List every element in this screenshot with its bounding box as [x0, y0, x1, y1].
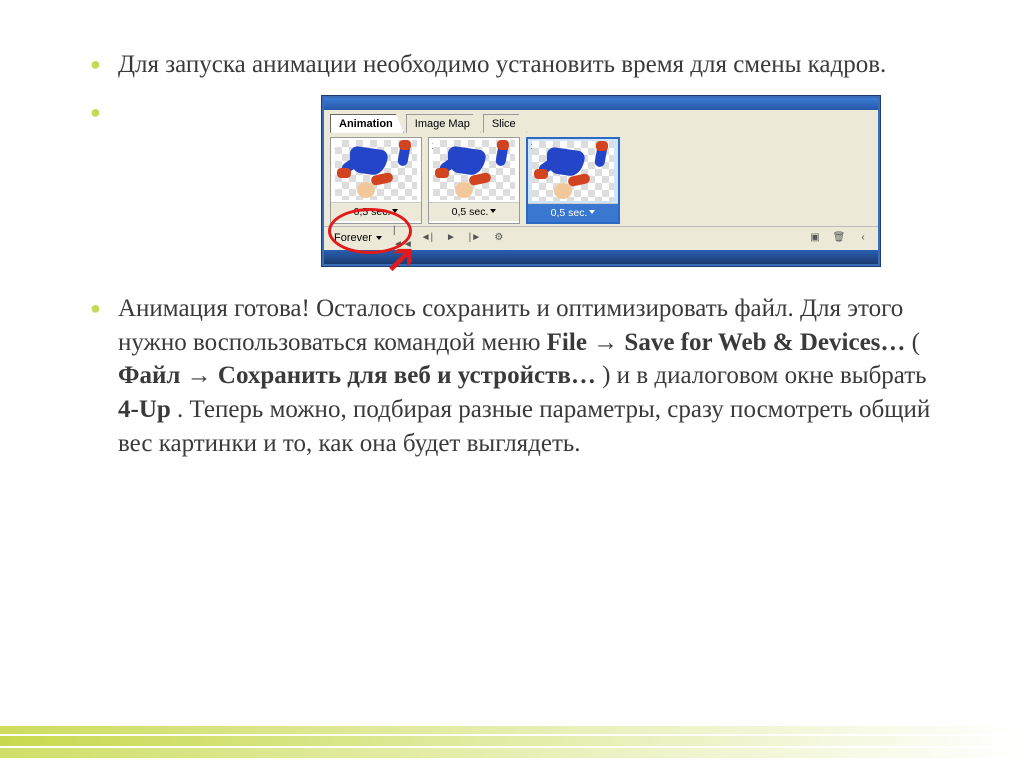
slide-accent-stripe [0, 736, 1024, 746]
new-frame-button[interactable]: ▣ [806, 230, 824, 246]
tab-image-map[interactable]: Image Map [406, 114, 481, 133]
bullet-1: Для запуска анимации необходимо установи… [90, 48, 934, 82]
option-4up: 4-Up [118, 396, 171, 423]
bullet-list: Для запуска анимации необходимо установи… [90, 48, 934, 461]
frame-delay[interactable]: 0,5 sec. [429, 202, 519, 221]
frame-2[interactable]: 2 0,5 sec. [428, 137, 520, 224]
tab-animation[interactable]: Animation [330, 114, 404, 133]
panel-tabs: Animation Image Map Slice [324, 110, 878, 133]
next-frame-button[interactable]: |► [466, 230, 484, 246]
animation-panel-screenshot: Animation Image Map Slice 1 0,5 sec. [322, 96, 880, 266]
play-button[interactable]: ► [442, 230, 460, 246]
frame-3-selected[interactable]: 3 0,5 sec. [526, 137, 620, 224]
menu-command-en: File → Save for Web & Devices… [547, 329, 906, 356]
bullet-2: Анимация готова! Осталось сохранить и оп… [90, 292, 934, 461]
chevron-down-icon [490, 209, 496, 213]
bullet-1-text: Для запуска анимации необходимо установи… [118, 51, 886, 78]
slide-body: Для запуска анимации необходимо установи… [0, 0, 1024, 461]
frame-thumbnail [532, 141, 614, 201]
tween-button[interactable]: ⚙ [490, 230, 508, 246]
frame-delay[interactable]: 0,5 sec. [528, 203, 618, 222]
bullet-2-text: Анимация готова! Осталось сохранить и оп… [118, 295, 930, 457]
slide-accent-stripe [0, 726, 1024, 734]
panel-menu-button[interactable]: ‹ [854, 230, 872, 246]
frame-thumbnail [335, 140, 417, 200]
embedded-panel-item: Animation Image Map Slice 1 0,5 sec. [90, 96, 934, 266]
window-titlebar [324, 98, 878, 110]
animation-panel: Animation Image Map Slice 1 0,5 sec. [322, 96, 880, 266]
frame-thumbnail [433, 140, 515, 200]
slide-accent-stripe [0, 748, 1024, 758]
menu-command-ru: Файл → Сохранить для веб и устройств… [118, 362, 596, 389]
frames-row: 1 0,5 sec. 2 0,5 sec. [324, 133, 878, 226]
prev-frame-button[interactable]: ◄| [418, 230, 436, 246]
tab-slice[interactable]: Slice [483, 114, 527, 133]
chevron-down-icon [589, 210, 595, 214]
delete-frame-button[interactable]: 🗑 [830, 230, 848, 246]
